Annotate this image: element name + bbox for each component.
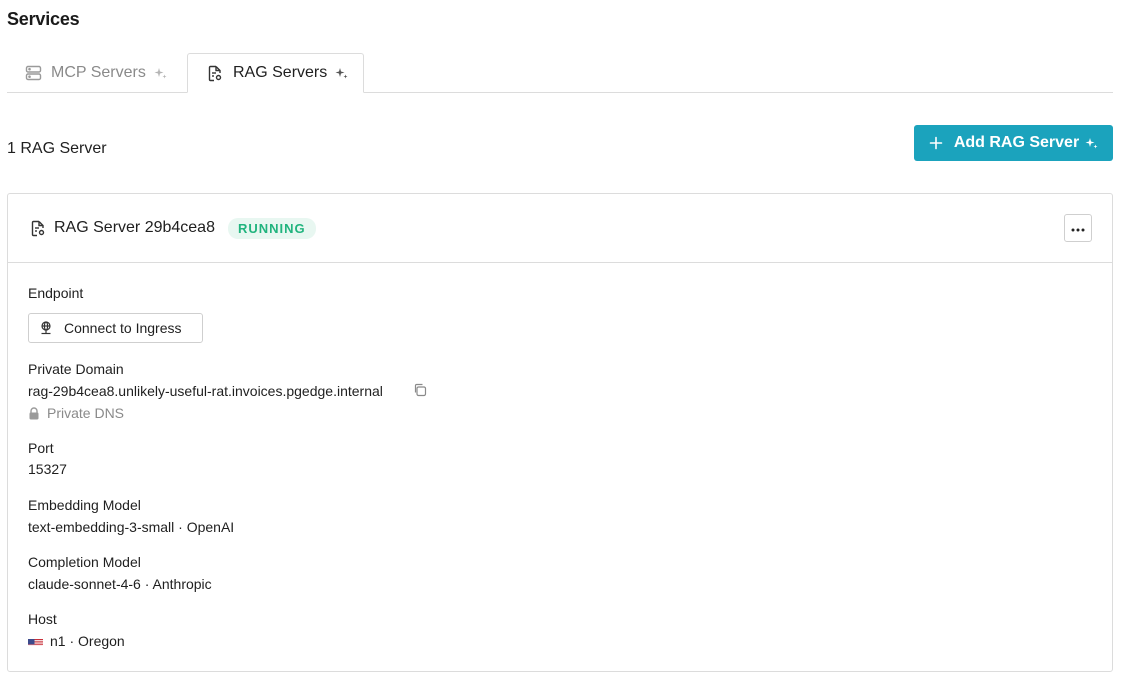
connect-to-ingress-button[interactable]: Connect to Ingress bbox=[28, 313, 203, 343]
lock-icon bbox=[28, 406, 41, 420]
tab-rag-servers[interactable]: RAG Servers bbox=[187, 53, 364, 93]
private-dns-note: Private DNS bbox=[28, 405, 124, 421]
embedding-model-value: text-embedding-3-small · OpenAI bbox=[28, 519, 235, 535]
file-gear-icon bbox=[30, 220, 46, 237]
tab-mcp-servers[interactable]: MCP Servers bbox=[7, 53, 187, 93]
completion-model-value: claude-sonnet-4-6 · Anthropic bbox=[28, 576, 212, 592]
tab-label: MCP Servers bbox=[51, 64, 146, 81]
status-badge: RUNNING bbox=[228, 218, 316, 239]
network-icon bbox=[39, 321, 53, 335]
add-button-label: Add RAG Server bbox=[953, 134, 1080, 151]
embedding-model-label: Embedding Model bbox=[28, 497, 141, 513]
sparkle-icon bbox=[1085, 137, 1098, 150]
plus-icon bbox=[929, 136, 943, 150]
rag-server-card: RAG Server 29b4cea8 RUNNING Endpoint Con… bbox=[7, 193, 1113, 672]
more-options-button[interactable] bbox=[1064, 214, 1092, 242]
us-flag-icon bbox=[28, 636, 43, 646]
card-header: RAG Server 29b4cea8 RUNNING bbox=[8, 194, 1112, 263]
completion-model-label: Completion Model bbox=[28, 554, 141, 570]
sparkle-icon bbox=[154, 67, 167, 80]
server-icon bbox=[24, 64, 42, 82]
tab-label: RAG Servers bbox=[233, 64, 328, 81]
private-domain-label: Private Domain bbox=[28, 361, 124, 377]
sparkle-icon bbox=[335, 67, 348, 80]
host-label: Host bbox=[28, 611, 57, 627]
host-value-row: n1 · Oregon bbox=[28, 633, 125, 649]
page-title: Services bbox=[7, 9, 80, 29]
host-value: n1 · Oregon bbox=[50, 633, 125, 649]
ellipsis-icon bbox=[1071, 219, 1085, 237]
private-domain-value: rag-29b4cea8.unlikely-useful-rat.invoice… bbox=[28, 383, 383, 399]
endpoint-label: Endpoint bbox=[28, 285, 84, 301]
connect-button-label: Connect to Ingress bbox=[64, 320, 182, 336]
tab-bar: MCP Servers RAG Servers bbox=[7, 53, 1113, 93]
server-title: RAG Server 29b4cea8 bbox=[54, 219, 215, 236]
copy-icon[interactable] bbox=[413, 383, 427, 397]
port-label: Port bbox=[28, 440, 54, 456]
private-dns-label: Private DNS bbox=[47, 405, 125, 421]
server-count: 1 RAG Server bbox=[7, 140, 107, 157]
port-value: 15327 bbox=[28, 461, 67, 477]
add-rag-server-button[interactable]: Add RAG Server bbox=[914, 125, 1113, 161]
file-gear-icon bbox=[206, 64, 224, 82]
